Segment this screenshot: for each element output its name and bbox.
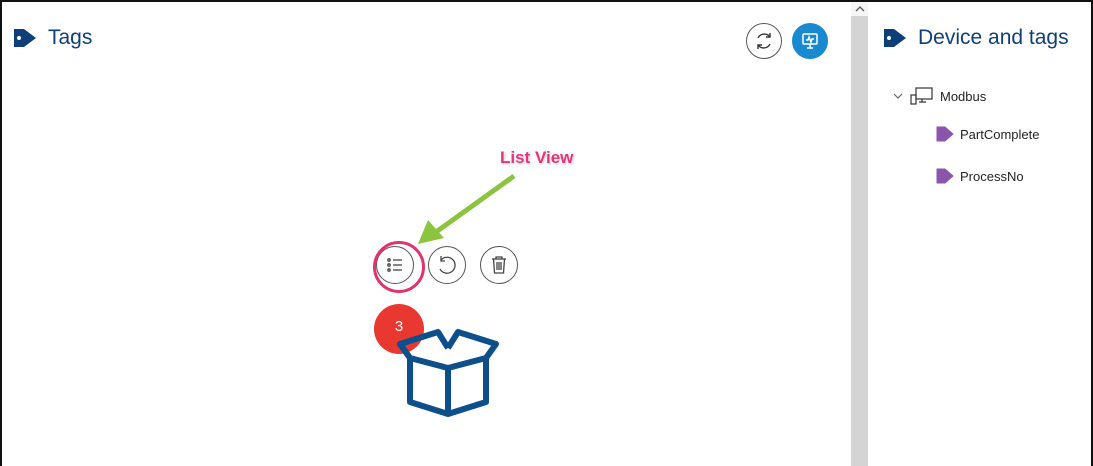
tags-header: Tags — [12, 26, 92, 50]
tags-title: Tags — [48, 26, 93, 49]
tag-icon — [884, 29, 906, 47]
list-view-annotation-label: List View — [500, 148, 574, 167]
tree-leaf-partcomplete[interactable]: PartComplete — [936, 126, 1039, 142]
undo-button[interactable] — [428, 246, 466, 284]
annotation-arrow — [418, 173, 516, 244]
tag-icon — [936, 168, 954, 184]
refresh-icon — [757, 33, 771, 49]
tree-leaf-processno[interactable]: ProcessNo — [936, 168, 1024, 184]
trash-icon — [492, 256, 506, 274]
tag-icon — [14, 29, 36, 47]
tree-leaf-label: ProcessNo — [960, 168, 1024, 184]
list-view-highlight — [373, 241, 425, 293]
monitor-icon — [802, 33, 818, 49]
chevron-up-icon — [855, 6, 864, 12]
scroll-up-button[interactable] — [851, 2, 868, 16]
tag-icon — [936, 126, 954, 142]
tree-node-modbus[interactable]: Modbus — [892, 86, 986, 106]
vertical-scrollbar[interactable] — [851, 2, 868, 466]
monitor-button[interactable] — [792, 23, 828, 59]
device-icon — [910, 87, 933, 105]
refresh-button[interactable] — [746, 23, 782, 59]
top-actions — [746, 23, 828, 59]
device-and-tags-panel: Device and tags Modbus PartComplete Proc… — [868, 2, 1091, 466]
delete-button[interactable] — [480, 246, 518, 284]
undo-icon — [439, 256, 456, 274]
open-box-icon — [397, 329, 499, 417]
device-panel-title: Device and tags — [918, 26, 1069, 49]
tree-node-label: Modbus — [940, 88, 987, 104]
tree-leaf-label: PartComplete — [960, 126, 1040, 142]
chevron-down-icon[interactable] — [892, 91, 904, 101]
device-panel-header: Device and tags — [882, 26, 1069, 50]
